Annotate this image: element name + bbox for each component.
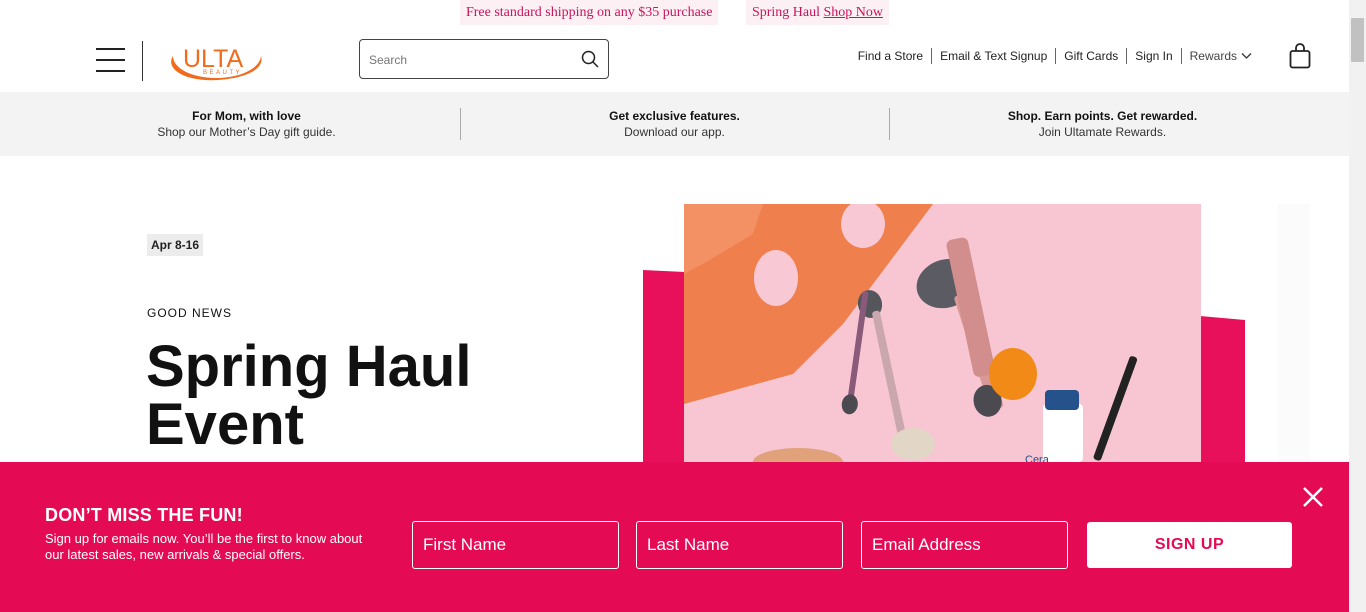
nav-rewards-label: Rewards [1189, 49, 1237, 63]
signup-heading: DON’T MISS THE FUN! [45, 505, 243, 525]
nav-gift-cards[interactable]: Gift Cards [1056, 48, 1128, 64]
event-message: Spring Haul Shop Now [745, 0, 890, 25]
utility-nav: Find a Store Email & Text Signup Gift Ca… [850, 48, 1252, 64]
logo-text: ULTA [183, 45, 244, 73]
chevron-down-icon [1241, 53, 1252, 59]
menu-icon[interactable] [96, 48, 125, 72]
scrollbar-thumb[interactable] [1351, 18, 1364, 62]
sign-up-button[interactable]: SIGN UP [1087, 522, 1292, 568]
logo-subtext: BEAUTY [203, 70, 242, 76]
header-divider [142, 41, 143, 81]
promo-subtitle: Join Ultamate Rewards. [1038, 125, 1167, 139]
scrollbar-track[interactable] [1349, 0, 1366, 612]
email-signup-banner: DON’T MISS THE FUN! Sign up for emails n… [0, 462, 1349, 612]
nav-rewards[interactable]: Rewards [1182, 48, 1252, 64]
promo-divider [460, 108, 461, 140]
last-name-field[interactable] [636, 521, 843, 569]
promo-rewards[interactable]: Shop. Earn points. Get rewarded. Join Ul… [980, 108, 1225, 140]
search-box [359, 39, 609, 79]
promo-subtitle: Shop our Mother’s Day gift guide. [157, 125, 336, 139]
site-header: ULTA BEAUTY Find a Store Email & Text Si… [0, 26, 1349, 92]
promo-title: Shop. Earn points. Get rewarded. [1007, 109, 1198, 123]
ulta-logo[interactable]: ULTA BEAUTY [163, 38, 273, 84]
hero-image[interactable]: Cera [643, 204, 1310, 462]
nav-email-text-signup[interactable]: Email & Text Signup [932, 48, 1057, 64]
event-text: Spring Haul [751, 5, 821, 20]
promo-subtitle: Download our app. [624, 125, 725, 139]
shipping-message: Free standard shipping on any $35 purcha… [459, 0, 719, 25]
shop-now-link[interactable]: Shop Now [824, 5, 884, 20]
promo-divider [889, 108, 890, 140]
hero-title: Spring Haul Event [146, 334, 472, 457]
product-label: Cera [1025, 454, 1050, 462]
promo-app[interactable]: Get exclusive features. Download our app… [560, 108, 789, 140]
date-badge: Apr 8-16 [147, 234, 204, 256]
first-name-field[interactable] [412, 521, 619, 569]
search-input[interactable] [369, 50, 569, 70]
promo-strip: For Mom, with love Shop our Mother’s Day… [0, 92, 1349, 156]
promo-title: For Mom, with love [192, 109, 301, 123]
hero-eyebrow: GOOD NEWS [147, 306, 233, 320]
search-icon[interactable] [581, 50, 599, 68]
signup-description: Sign up for emails now. You’ll be the fi… [45, 531, 363, 562]
email-field[interactable] [861, 521, 1068, 569]
promo-mothers-day[interactable]: For Mom, with love Shop our Mother’s Day… [130, 108, 363, 140]
close-icon[interactable] [1302, 486, 1324, 508]
shopping-bag-icon[interactable] [1289, 43, 1311, 69]
announcement-bar: Free standard shipping on any $35 purcha… [0, 0, 1349, 26]
nav-find-a-store[interactable]: Find a Store [850, 48, 933, 64]
promo-title: Get exclusive features. [609, 109, 740, 123]
nav-sign-in[interactable]: Sign In [1127, 48, 1182, 64]
